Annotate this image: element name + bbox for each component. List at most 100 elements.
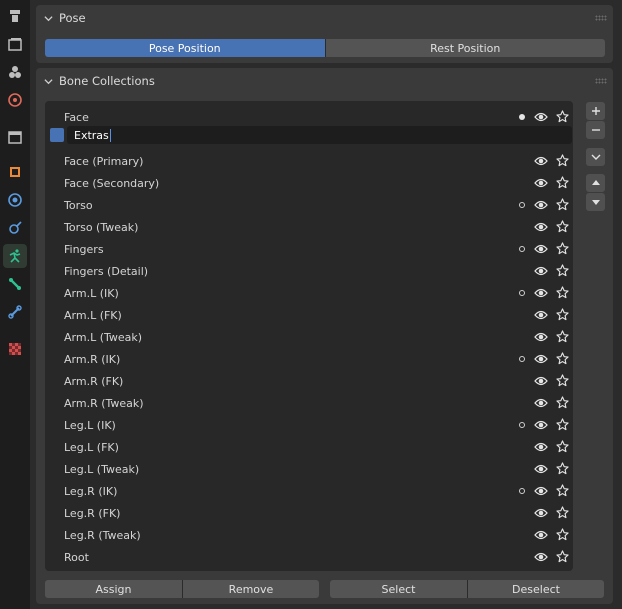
- visibility-eye-icon[interactable]: [534, 485, 548, 497]
- specials-menu-button[interactable]: [586, 148, 605, 166]
- solo-star-icon[interactable]: [556, 198, 569, 211]
- render-icon[interactable]: [3, 32, 27, 56]
- world-icon[interactable]: [3, 188, 27, 212]
- has-bones-selected-icon: [519, 114, 525, 120]
- bone-collection-row[interactable]: Leg.L (FK): [45, 436, 573, 458]
- select-deselect-group: Select Deselect: [330, 580, 604, 598]
- physics-icon[interactable]: [3, 216, 27, 240]
- tool-icon[interactable]: [3, 4, 27, 28]
- bone-collection-row[interactable]: Arm.R (IK): [45, 348, 573, 370]
- bone-collection-row[interactable]: Face (Secondary): [45, 172, 573, 194]
- assign-button[interactable]: Assign: [45, 580, 182, 598]
- object-icon[interactable]: [3, 160, 27, 184]
- bone-constraint-icon[interactable]: [3, 300, 27, 324]
- bone-collection-row[interactable]: Root: [45, 546, 573, 568]
- bone-collection-row[interactable]: Leg.R (FK): [45, 502, 573, 524]
- bone-collection-name: Arm.R (IK): [64, 352, 121, 366]
- solo-star-icon[interactable]: [556, 550, 569, 563]
- visibility-eye-icon[interactable]: [534, 331, 548, 343]
- solo-star-icon[interactable]: [556, 528, 569, 541]
- bone-collection-name: Torso: [64, 198, 93, 212]
- rest-position-button[interactable]: Rest Position: [324, 39, 605, 57]
- has-bones-icon: [519, 488, 525, 494]
- solo-star-icon[interactable]: [556, 506, 569, 519]
- solo-star-icon[interactable]: [556, 154, 569, 167]
- move-down-button[interactable]: [586, 193, 605, 211]
- has-bones-icon: [519, 202, 525, 208]
- visibility-eye-icon[interactable]: [534, 309, 548, 321]
- collection-name-input[interactable]: Extras: [67, 126, 572, 144]
- solo-star-icon[interactable]: [556, 330, 569, 343]
- bone-collection-row[interactable]: Fingers (Detail): [45, 260, 573, 282]
- visibility-eye-icon[interactable]: [534, 507, 548, 519]
- has-bones-icon: [519, 246, 525, 252]
- view-layer-icon[interactable]: [3, 88, 27, 112]
- pose-panel: Pose Pose Position Rest Position: [36, 5, 613, 63]
- solo-star-icon[interactable]: [556, 176, 569, 189]
- bone-collection-row[interactable]: Torso: [45, 194, 573, 216]
- solo-star-icon[interactable]: [556, 440, 569, 453]
- visibility-eye-icon[interactable]: [534, 287, 548, 299]
- bone-collection-name: Arm.R (FK): [64, 374, 124, 388]
- bone-collection-row[interactable]: Face: [45, 106, 573, 128]
- visibility-eye-icon[interactable]: [534, 441, 548, 453]
- bone-collection-row[interactable]: Arm.R (Tweak): [45, 392, 573, 414]
- solo-star-icon[interactable]: [556, 484, 569, 497]
- bone-collection-row[interactable]: Arm.L (IK): [45, 282, 573, 304]
- visibility-eye-icon[interactable]: [534, 199, 548, 211]
- select-button[interactable]: Select: [330, 580, 467, 598]
- visibility-eye-icon[interactable]: [534, 551, 548, 563]
- bone-collection-row[interactable]: Leg.R (IK): [45, 480, 573, 502]
- remove-collection-button[interactable]: [586, 121, 605, 139]
- visibility-eye-icon[interactable]: [534, 177, 548, 189]
- remove-button[interactable]: Remove: [182, 580, 319, 598]
- bone-collections-panel-header[interactable]: Bone Collections: [36, 68, 613, 94]
- solo-star-icon[interactable]: [556, 374, 569, 387]
- visibility-eye-icon[interactable]: [534, 463, 548, 475]
- bone-collection-row[interactable]: Leg.R (Tweak): [45, 524, 573, 546]
- pose-panel-header[interactable]: Pose: [36, 5, 613, 31]
- solo-star-icon[interactable]: [556, 264, 569, 277]
- add-collection-button[interactable]: [586, 102, 605, 120]
- visibility-eye-icon[interactable]: [534, 375, 548, 387]
- bone-collection-row[interactable]: Leg.L (IK): [45, 414, 573, 436]
- texture-icon[interactable]: [3, 337, 27, 361]
- visibility-eye-icon[interactable]: [534, 529, 548, 541]
- visibility-eye-icon[interactable]: [534, 221, 548, 233]
- bone-collection-row[interactable]: Face (Primary): [45, 150, 573, 172]
- scene-icon[interactable]: [3, 125, 27, 149]
- bone-collection-row[interactable]: Torso (Tweak): [45, 216, 573, 238]
- visibility-eye-icon[interactable]: [534, 419, 548, 431]
- solo-star-icon[interactable]: [556, 418, 569, 431]
- bone-collection-row[interactable]: Arm.L (Tweak): [45, 326, 573, 348]
- visibility-eye-icon[interactable]: [534, 265, 548, 277]
- bone-collection-row[interactable]: Arm.L (FK): [45, 304, 573, 326]
- solo-star-icon[interactable]: [556, 462, 569, 475]
- drag-handle-icon[interactable]: [595, 78, 607, 84]
- solo-star-icon[interactable]: [556, 220, 569, 233]
- object-data-armature-icon[interactable]: [3, 244, 27, 268]
- solo-star-icon[interactable]: [556, 352, 569, 365]
- visibility-eye-icon[interactable]: [534, 397, 548, 409]
- plus-icon: [591, 107, 600, 115]
- deselect-button[interactable]: Deselect: [467, 580, 604, 598]
- visibility-eye-icon[interactable]: [534, 155, 548, 167]
- bone-collection-row[interactable]: Leg.L (Tweak): [45, 458, 573, 480]
- visibility-eye-icon[interactable]: [534, 111, 548, 123]
- visibility-eye-icon[interactable]: [534, 353, 548, 365]
- solo-star-icon[interactable]: [556, 396, 569, 409]
- output-icon[interactable]: [3, 60, 27, 84]
- move-up-button[interactable]: [586, 174, 605, 192]
- visibility-eye-icon[interactable]: [534, 243, 548, 255]
- solo-star-icon[interactable]: [556, 308, 569, 321]
- pose-position-button[interactable]: Pose Position: [45, 39, 325, 57]
- bone-collection-name: Face (Primary): [64, 154, 144, 168]
- bone-collection-row[interactable]: Fingers: [45, 238, 573, 260]
- bone-collection-row[interactable]: Arm.R (FK): [45, 370, 573, 392]
- solo-star-icon[interactable]: [556, 110, 569, 123]
- bone-icon[interactable]: [3, 272, 27, 296]
- collection-name-edit-row: Extras: [50, 126, 572, 144]
- solo-star-icon[interactable]: [556, 242, 569, 255]
- drag-handle-icon[interactable]: [595, 15, 607, 21]
- solo-star-icon[interactable]: [556, 286, 569, 299]
